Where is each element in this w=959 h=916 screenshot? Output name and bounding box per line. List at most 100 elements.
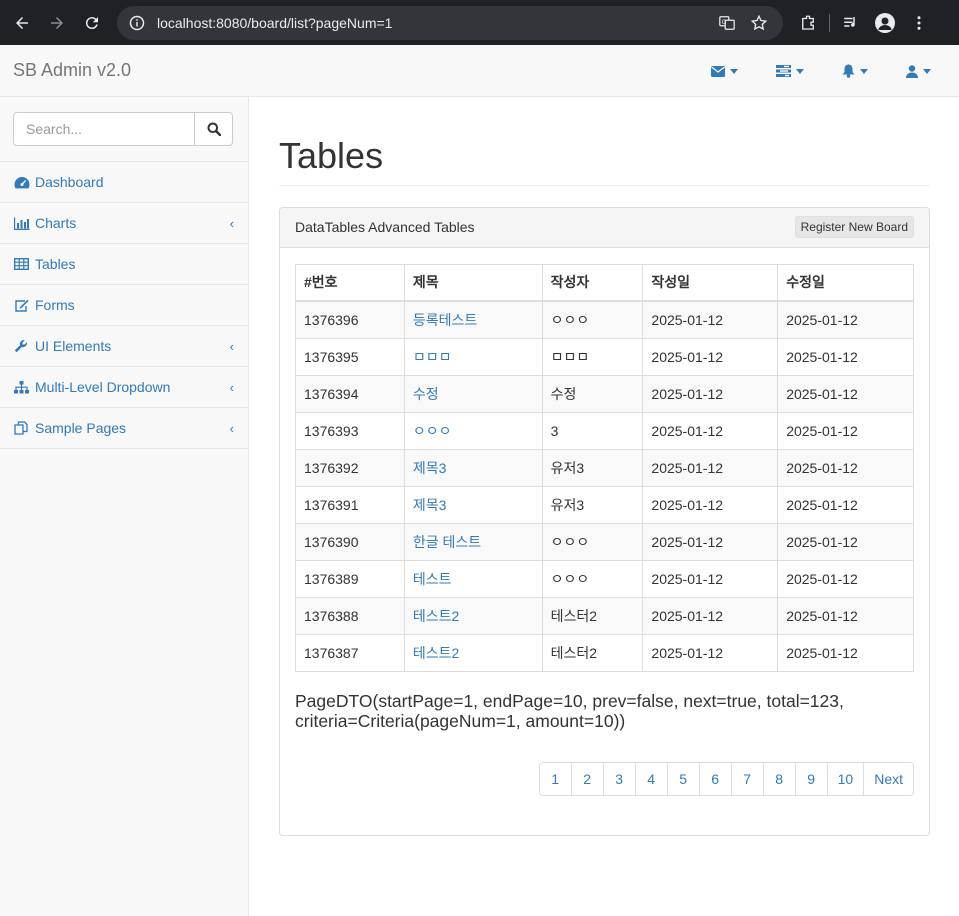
cell-title: 등록테스트	[403, 300, 543, 339]
cell-writer: ㅁㅁㅁ	[541, 337, 644, 376]
cell-regdate: 2025-01-12	[642, 522, 779, 561]
cell-writer: 3	[541, 411, 644, 450]
forward-icon[interactable]	[43, 9, 71, 37]
page-link-8[interactable]: 8	[762, 761, 796, 796]
reload-icon[interactable]	[78, 9, 106, 37]
panel-body: #번호 제목 작성자 작성일 수정일 1376396 등록테스트 ㅇㅇㅇ 202…	[280, 248, 929, 747]
cell-title: 한글 테스트	[403, 522, 543, 561]
panel-title: DataTables Advanced Tables	[295, 219, 475, 236]
column-header-number: #번호	[295, 263, 405, 303]
board-table: #번호 제목 작성자 작성일 수정일 1376396 등록테스트 ㅇㅇㅇ 202…	[295, 263, 914, 672]
sidebar-item-forms[interactable]: Forms	[0, 285, 248, 326]
page-next-link[interactable]: Next	[863, 761, 914, 796]
back-icon[interactable]	[8, 9, 36, 37]
cell-updatedate: 2025-01-12	[777, 411, 914, 450]
alerts-dropdown[interactable]	[842, 64, 868, 78]
page-link-2[interactable]: 2	[570, 761, 604, 796]
title-link[interactable]: ㅇㅇㅇ	[413, 423, 452, 439]
cell-regdate: 2025-01-12	[642, 559, 779, 598]
cell-title: 테스트2	[403, 633, 543, 672]
title-link[interactable]: 테스트2	[413, 645, 459, 661]
search-input[interactable]	[13, 112, 195, 146]
page-link-10[interactable]: 10	[826, 761, 865, 796]
extensions-icon[interactable]	[791, 9, 825, 37]
cell-writer: 유저3	[541, 448, 644, 487]
caret-down-icon	[796, 68, 804, 74]
panel-heading: DataTables Advanced Tables Register New …	[280, 207, 929, 248]
cell-updatedate: 2025-01-12	[777, 633, 914, 672]
search-button[interactable]	[195, 112, 233, 146]
sidebar-item-label: Dashboard	[35, 174, 104, 190]
register-new-board-button[interactable]: Register New Board	[794, 216, 914, 239]
table-row: 1376390 한글 테스트 ㅇㅇㅇ 2025-01-12 2025-01-12	[295, 522, 914, 561]
site-info-icon[interactable]	[127, 13, 147, 33]
cell-regdate: 2025-01-12	[642, 411, 779, 450]
page-link-3[interactable]: 3	[602, 761, 636, 796]
cell-title: ㅁㅁㅁ	[403, 337, 543, 376]
cell-number: 1376389	[295, 559, 405, 598]
tasks-dropdown[interactable]	[776, 65, 804, 77]
url-text[interactable]: localhost:8080/board/list?pageNum=1	[157, 15, 709, 31]
page-dto-line: criteria=Criteria(pageNum=1, amount=10))	[295, 710, 626, 731]
bar-chart-icon	[14, 216, 30, 230]
bookmark-star-icon[interactable]	[745, 9, 773, 37]
cell-title: 테스트2	[403, 596, 543, 635]
title-link[interactable]: ㅁㅁㅁ	[413, 349, 452, 365]
cell-updatedate: 2025-01-12	[777, 448, 914, 487]
title-link[interactable]: 제목3	[413, 460, 447, 476]
title-link[interactable]: 한글 테스트	[413, 534, 481, 550]
cell-writer: ㅇㅇㅇ	[541, 559, 644, 598]
sidebar-item-ui-elements[interactable]: UI Elements ‹	[0, 326, 248, 367]
user-dropdown[interactable]	[906, 64, 931, 78]
title-link[interactable]: 등록테스트	[413, 312, 477, 328]
cell-title: 수정	[403, 374, 543, 413]
messages-dropdown[interactable]	[711, 65, 738, 77]
address-bar[interactable]: localhost:8080/board/list?pageNum=1 G	[117, 5, 783, 40]
main-content: Tables DataTables Advanced Tables Regist…	[279, 97, 930, 836]
page-header: Tables	[279, 136, 930, 186]
title-link[interactable]: 테스트	[413, 571, 452, 587]
edit-icon	[14, 298, 30, 312]
page-link-9[interactable]: 9	[794, 761, 828, 796]
cell-updatedate: 2025-01-12	[777, 485, 914, 524]
cell-title: 제목3	[403, 485, 543, 524]
cell-writer: 테스터2	[541, 633, 644, 672]
cell-number: 1376396	[295, 300, 405, 339]
media-control-icon[interactable]	[834, 9, 868, 37]
column-header-title: 제목	[403, 263, 543, 303]
sidebar-item-tables[interactable]: Tables	[0, 244, 248, 285]
menu-kebab-icon[interactable]	[902, 9, 936, 37]
sidebar-item-sample-pages[interactable]: Sample Pages ‹	[0, 408, 248, 449]
sidebar-item-charts[interactable]: Charts ‹	[0, 203, 248, 244]
brand-title[interactable]: SB Admin v2.0	[13, 60, 131, 81]
table-row: 1376389 테스트 ㅇㅇㅇ 2025-01-12 2025-01-12	[295, 559, 914, 598]
page-link-4[interactable]: 4	[634, 761, 668, 796]
browser-toolbar: localhost:8080/board/list?pageNum=1 G	[0, 0, 959, 45]
cell-number: 1376390	[295, 522, 405, 561]
caret-down-icon	[860, 68, 868, 74]
chevron-left-icon: ‹	[229, 216, 234, 231]
table-row: 1376396 등록테스트 ㅇㅇㅇ 2025-01-12 2025-01-12	[295, 300, 914, 339]
page-link-6[interactable]: 6	[698, 761, 732, 796]
sidebar-item-label: Forms	[35, 297, 75, 313]
cell-writer: 유저3	[541, 485, 644, 524]
table-row: 1376395 ㅁㅁㅁ ㅁㅁㅁ 2025-01-12 2025-01-12	[295, 337, 914, 376]
caret-down-icon	[730, 68, 738, 74]
user-icon	[906, 64, 918, 78]
profile-icon[interactable]	[868, 9, 902, 37]
cell-regdate: 2025-01-12	[642, 485, 779, 524]
page-link-1[interactable]: 1	[538, 761, 572, 796]
search-icon	[207, 122, 221, 136]
cell-writer: ㅇㅇㅇ	[541, 522, 644, 561]
caret-down-icon	[923, 68, 931, 74]
table-row: 1376394 수정 수정 2025-01-12 2025-01-12	[295, 374, 914, 413]
page-link-7[interactable]: 7	[730, 761, 764, 796]
translate-icon[interactable]: G	[713, 9, 741, 37]
sidebar-item-multi-level-dropdown[interactable]: Multi-Level Dropdown ‹	[0, 367, 248, 408]
title-link[interactable]: 제목3	[413, 497, 447, 513]
title-link[interactable]: 수정	[413, 386, 439, 402]
sidebar-item-dashboard[interactable]: Dashboard	[0, 162, 248, 203]
title-link[interactable]: 테스트2	[413, 608, 459, 624]
page-link-5[interactable]: 5	[666, 761, 700, 796]
files-icon	[14, 421, 30, 435]
